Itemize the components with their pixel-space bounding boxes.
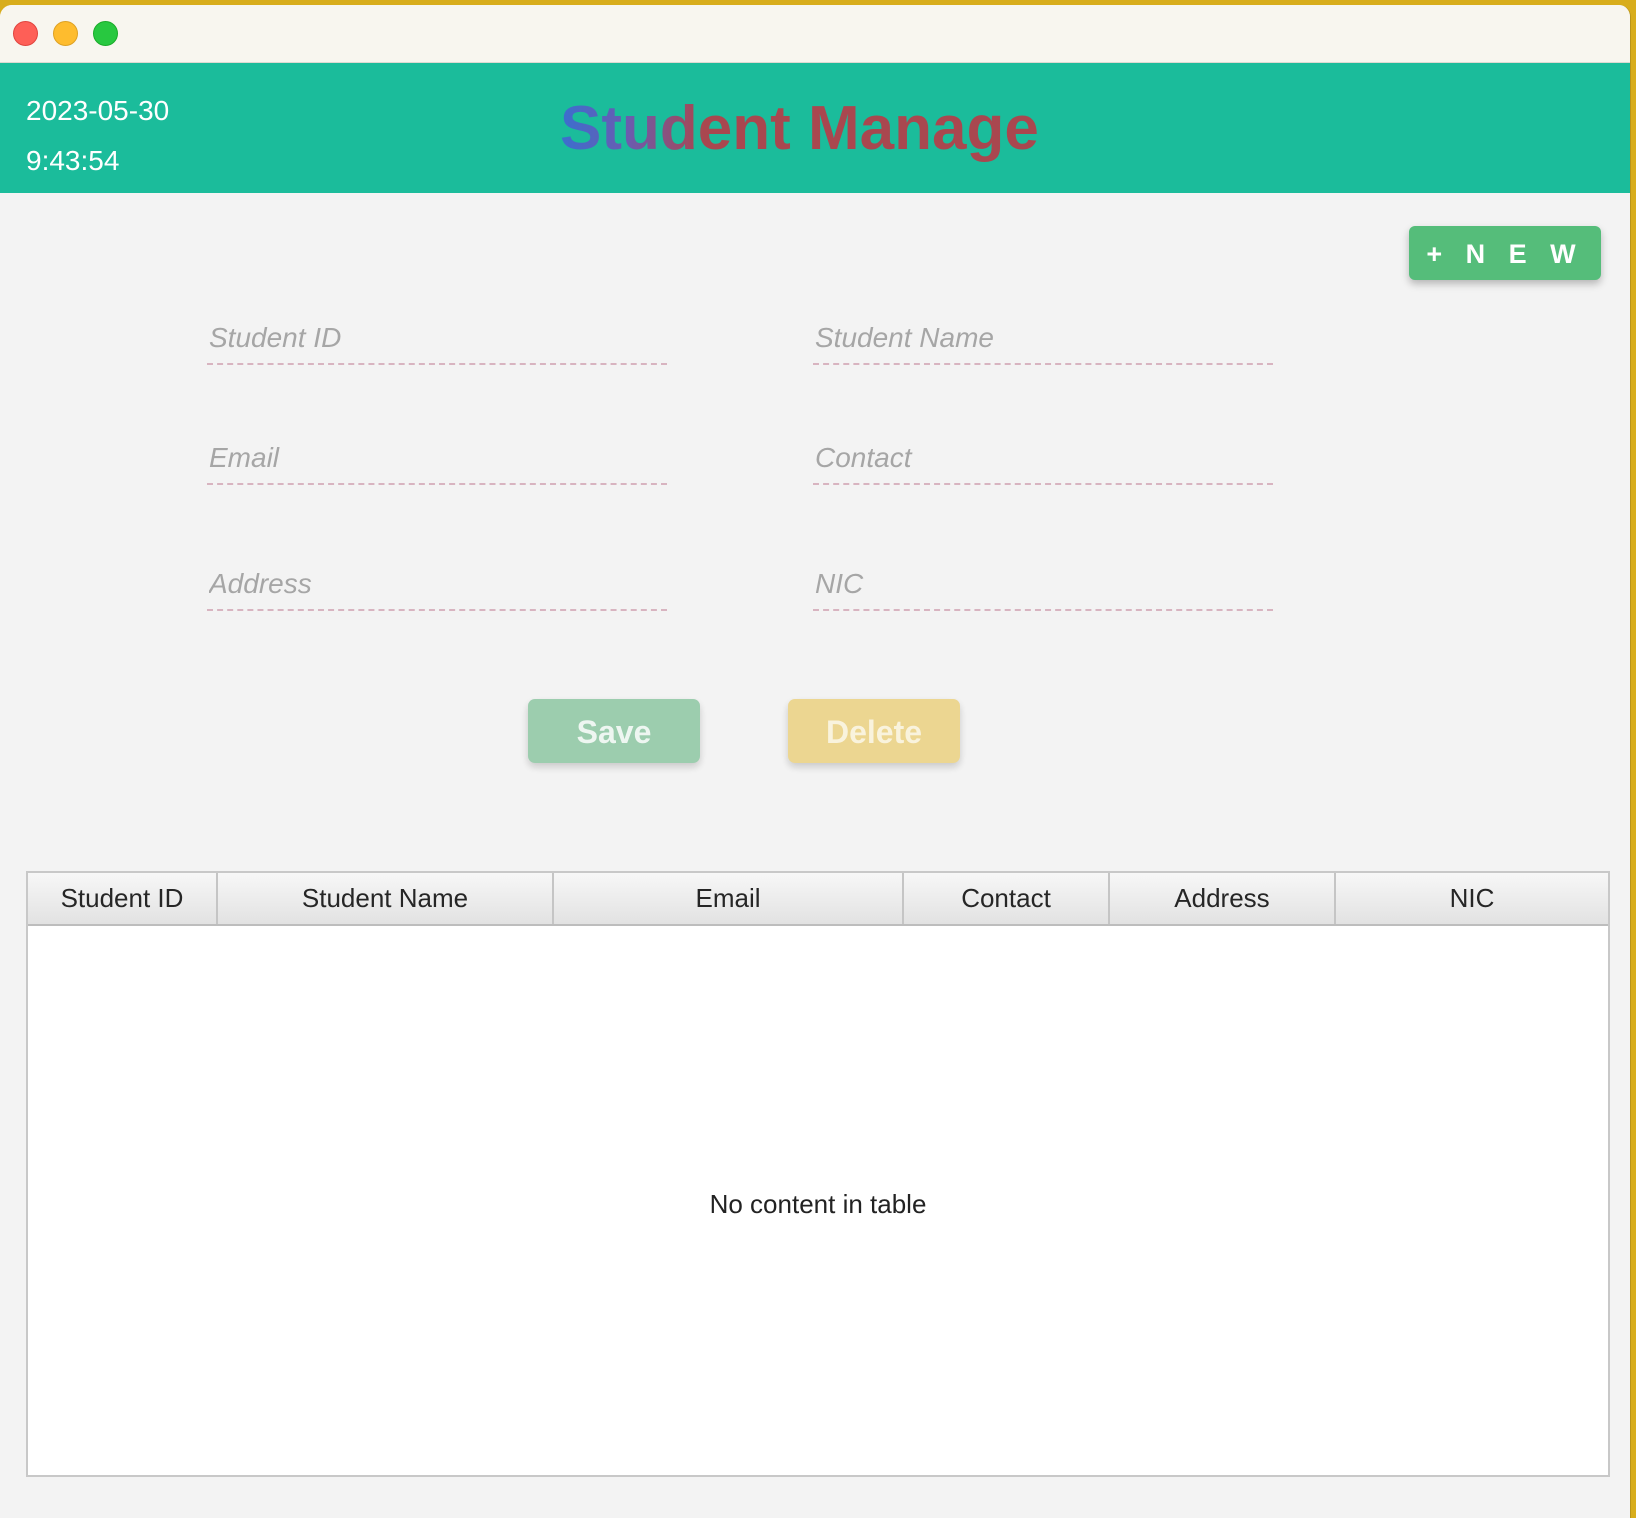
empty-table-message: No content in table bbox=[709, 1189, 927, 1219]
column-header-email[interactable]: Email bbox=[554, 873, 904, 924]
contact-field[interactable] bbox=[813, 433, 1273, 485]
email-field[interactable] bbox=[207, 433, 667, 485]
table-header: Student ID Student Name Email Contact Ad… bbox=[28, 873, 1608, 926]
column-header-student-id[interactable]: Student ID bbox=[28, 873, 218, 924]
new-student-button[interactable]: + N E W bbox=[1409, 226, 1601, 280]
minimize-window-button[interactable] bbox=[53, 21, 78, 46]
column-header-nic[interactable]: NIC bbox=[1336, 873, 1608, 924]
save-button[interactable]: Save bbox=[528, 699, 700, 763]
current-time: 9:43:54 bbox=[26, 145, 120, 176]
maximize-window-button[interactable] bbox=[93, 21, 118, 46]
close-window-button[interactable] bbox=[13, 21, 38, 46]
address-field[interactable] bbox=[207, 559, 667, 611]
delete-button[interactable]: Delete bbox=[788, 699, 960, 763]
app-window: 2023-05-30 9:43:54 Student Manage + N E … bbox=[0, 5, 1631, 1518]
column-header-student-name[interactable]: Student Name bbox=[218, 873, 554, 924]
current-date: 2023-05-30 bbox=[26, 95, 170, 126]
students-table[interactable]: Student ID Student Name Email Contact Ad… bbox=[26, 871, 1610, 1477]
page-title: Student Manage bbox=[560, 94, 1039, 163]
student-name-field[interactable] bbox=[813, 313, 1273, 365]
app-header: 2023-05-30 9:43:54 Student Manage bbox=[0, 63, 1630, 193]
column-header-address[interactable]: Address bbox=[1110, 873, 1336, 924]
nic-field[interactable] bbox=[813, 559, 1273, 611]
title-bar bbox=[0, 5, 1630, 63]
column-header-contact[interactable]: Contact bbox=[904, 873, 1110, 924]
student-id-field[interactable] bbox=[207, 313, 667, 365]
